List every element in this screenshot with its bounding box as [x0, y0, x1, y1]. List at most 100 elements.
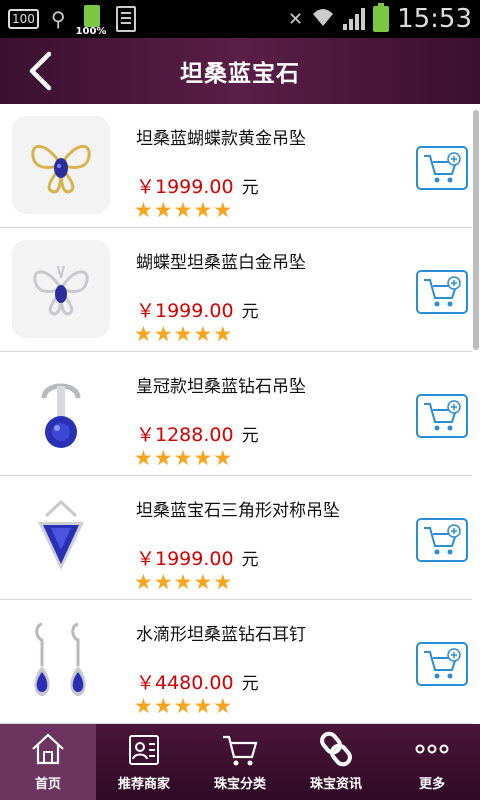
- star-icon: ★: [173, 198, 193, 222]
- usb-icon: ⚲: [50, 7, 66, 31]
- star-icon: ★: [153, 446, 173, 470]
- cart-icon: [223, 735, 258, 766]
- product-price: ￥1999.00: [136, 300, 234, 322]
- star-icon: ★: [134, 198, 153, 222]
- star-icon: ★: [213, 694, 233, 718]
- add-to-cart-button[interactable]: [416, 146, 468, 190]
- notification-box-icon: 100: [8, 9, 39, 29]
- price-row: ￥1999.00 元: [136, 172, 259, 199]
- nav-item-home[interactable]: 首页: [0, 724, 96, 800]
- product-item[interactable]: 水滴形坦桑蓝钻石耳钉 ￥4480.00 元 ★ ★ ★ ★ ★: [0, 600, 472, 724]
- butterfly-white-gold-pendant-image: [12, 240, 110, 338]
- nav-item-more[interactable]: 更多: [384, 724, 480, 800]
- rating-stars: ★ ★ ★ ★ ★: [134, 694, 233, 718]
- nav-label: 珠宝资讯: [309, 777, 362, 792]
- star-icon: ★: [153, 322, 173, 346]
- star-icon: ★: [173, 322, 193, 346]
- add-to-cart-icon: [424, 400, 461, 431]
- product-price: ￥1999.00: [136, 548, 234, 570]
- star-icon: ★: [213, 198, 233, 222]
- star-icon: ★: [134, 694, 153, 718]
- drop-earrings-image: [12, 612, 110, 710]
- butterfly-gold-pendant-image: [12, 116, 110, 214]
- battery-notification-percent: 100%: [75, 26, 107, 37]
- price-row: ￥1288.00 元: [136, 420, 259, 447]
- scrollbar-thumb[interactable]: [473, 110, 479, 350]
- price-unit: 元: [241, 426, 259, 446]
- product-list[interactable]: 坦桑蓝蝴蝶款黄金吊坠 ￥1999.00 元 ★ ★ ★ ★ ★ 蝴蝶型坦桑蓝白金…: [0, 104, 472, 724]
- nav-label: 首页: [34, 777, 61, 792]
- nav-item-merchants[interactable]: 推荐商家: [96, 724, 192, 800]
- status-bar: 100 ⚲ 100% ✕ 15:53: [0, 0, 480, 38]
- rating-stars: ★ ★ ★ ★ ★: [134, 446, 233, 470]
- wifi-icon: [311, 6, 335, 33]
- product-name: 水滴形坦桑蓝钻石耳钉: [136, 625, 306, 645]
- add-to-cart-icon: [424, 524, 461, 555]
- triangle-pendant-image: [12, 488, 110, 586]
- star-icon: ★: [173, 570, 193, 594]
- star-icon: ★: [193, 322, 213, 346]
- add-to-cart-button[interactable]: [416, 518, 468, 562]
- star-icon: ★: [134, 322, 153, 346]
- nav-label: 更多: [418, 777, 445, 792]
- star-icon: ★: [153, 694, 173, 718]
- add-to-cart-icon: [424, 276, 461, 307]
- price-unit: 元: [241, 550, 259, 570]
- page-title: 坦桑蓝宝石: [180, 61, 300, 87]
- add-to-cart-icon: [424, 648, 461, 679]
- rating-stars: ★ ★ ★ ★ ★: [134, 198, 233, 222]
- rating-stars: ★ ★ ★ ★ ★: [134, 322, 232, 346]
- nav-item-news[interactable]: 珠宝资讯: [288, 724, 384, 800]
- nav-label: 推荐商家: [117, 777, 170, 792]
- back-button[interactable]: [20, 48, 60, 94]
- battery-icon: [373, 3, 390, 32]
- home-icon: [32, 733, 64, 765]
- battery-full-notification-icon: 100%: [76, 5, 106, 37]
- price-unit: 元: [241, 674, 259, 694]
- star-icon: ★: [153, 570, 173, 594]
- signal-strength-icon: [343, 8, 366, 30]
- bottom-navigation: 首页 推荐商家 珠宝分类 珠宝资讯 更多: [0, 724, 480, 800]
- star-icon: ★: [193, 446, 213, 470]
- document-icon: [115, 6, 136, 32]
- app-screen: 100 ⚲ 100% ✕ 15:53 坦桑蓝宝石 坦桑蓝蝴蝶款黄金吊坠 ￥199…: [0, 0, 480, 800]
- add-to-cart-button[interactable]: [416, 394, 468, 438]
- product-item[interactable]: 蝴蝶型坦桑蓝白金吊坠 ￥1999.00 元 ★ ★ ★ ★ ★: [0, 228, 472, 352]
- product-price: ￥1999.00: [136, 176, 234, 198]
- status-time: 15:53: [397, 4, 472, 34]
- star-icon: ★: [213, 446, 233, 470]
- price-row: ￥1999.00 元: [136, 544, 259, 571]
- add-to-cart-button[interactable]: [416, 642, 468, 686]
- rating-stars: ★ ★ ★ ★ ★: [134, 570, 233, 594]
- more-dots-icon: [415, 744, 449, 754]
- link-icon: [320, 731, 352, 767]
- price-unit: 元: [241, 302, 259, 322]
- nav-item-categories[interactable]: 珠宝分类: [192, 724, 288, 800]
- add-to-cart-icon: [424, 152, 461, 183]
- star-icon: ★: [193, 694, 213, 718]
- merchant-card-icon: [129, 735, 159, 765]
- product-name: 皇冠款坦桑蓝钻石吊坠: [136, 377, 306, 397]
- product-price: ￥4480.00: [136, 672, 234, 694]
- nav-label: 珠宝分类: [213, 777, 266, 792]
- product-price: ￥1288.00: [136, 424, 234, 446]
- star-icon: ★: [173, 446, 193, 470]
- product-item[interactable]: 皇冠款坦桑蓝钻石吊坠 ￥1288.00 元 ★ ★ ★ ★ ★: [0, 352, 472, 476]
- star-icon: ★: [193, 198, 213, 222]
- crown-pendant-image: [12, 364, 110, 462]
- product-item[interactable]: 坦桑蓝蝴蝶款黄金吊坠 ￥1999.00 元 ★ ★ ★ ★ ★: [0, 104, 472, 228]
- app-header: 坦桑蓝宝石: [0, 38, 480, 104]
- chevron-left-icon: [29, 51, 52, 91]
- price-row: ￥4480.00 元: [136, 668, 259, 695]
- list-scrollbar[interactable]: [472, 104, 480, 724]
- star-icon: ★: [134, 446, 153, 470]
- product-item[interactable]: 坦桑蓝宝石三角形对称吊坠 ￥1999.00 元 ★ ★ ★ ★ ★: [0, 476, 472, 600]
- add-to-cart-button[interactable]: [416, 270, 468, 314]
- product-name: 坦桑蓝蝴蝶款黄金吊坠: [136, 129, 306, 149]
- price-row: ￥1999.00 元: [136, 296, 259, 323]
- star-icon: ★: [153, 198, 173, 222]
- star-icon: ★: [213, 570, 233, 594]
- product-name: 坦桑蓝宝石三角形对称吊坠: [136, 501, 340, 521]
- price-unit: 元: [241, 178, 259, 198]
- star-icon: ★: [193, 570, 213, 594]
